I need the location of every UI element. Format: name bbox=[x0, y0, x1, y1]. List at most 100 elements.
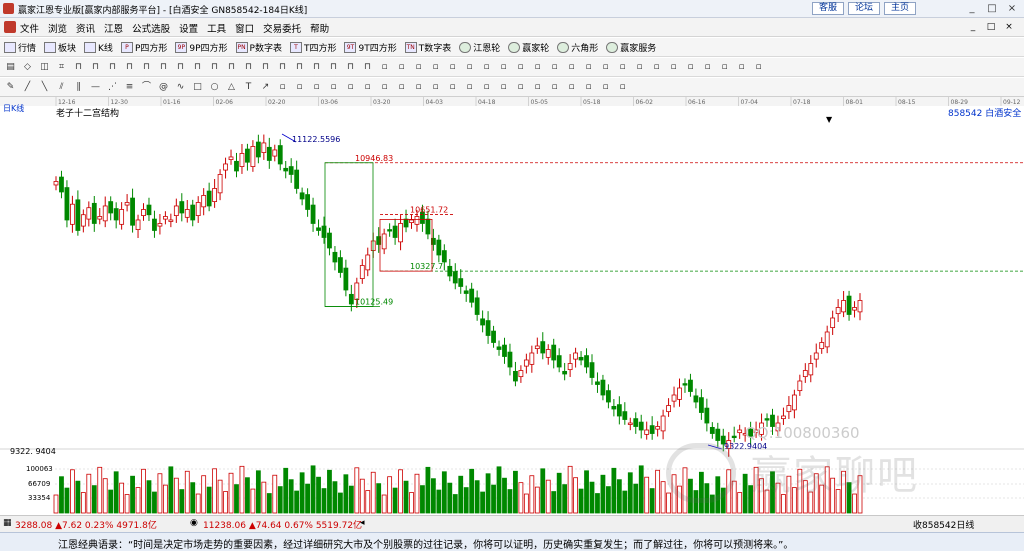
mark-tool-icon[interactable]: ▫ bbox=[293, 81, 306, 93]
mark-tool-icon[interactable]: ▫ bbox=[412, 81, 425, 93]
bar-icon[interactable]: ⊓ bbox=[310, 61, 323, 73]
step-icon[interactable]: ▫ bbox=[514, 61, 527, 73]
next-icon[interactable]: ▫ bbox=[446, 61, 459, 73]
menu-gann[interactable]: 江恩 bbox=[104, 21, 123, 35]
mdi-close-button[interactable]: × bbox=[1002, 20, 1016, 34]
spiral-tool-icon[interactable]: @ bbox=[157, 81, 170, 93]
arrow-tool-icon[interactable]: ↗ bbox=[259, 81, 272, 93]
fan-tool-icon[interactable]: ⋰ bbox=[106, 81, 119, 93]
fwd-icon[interactable]: ▫ bbox=[429, 61, 442, 73]
mark-tool-icon[interactable]: ▫ bbox=[276, 81, 289, 93]
menu-formula[interactable]: 公式选股 bbox=[132, 21, 170, 35]
mdi-restore-button[interactable]: □ bbox=[984, 20, 998, 34]
toolbar-p-table-button[interactable]: PN P数字表 bbox=[235, 40, 282, 55]
menu-info[interactable]: 资讯 bbox=[76, 21, 95, 35]
toolbar-sector-button[interactable]: 板块 bbox=[44, 40, 76, 55]
mdi-minimize-button[interactable]: _ bbox=[966, 20, 980, 34]
toolbar-service-button[interactable]: 赢家服务 bbox=[606, 40, 656, 55]
chart-type-icon[interactable]: ▤ bbox=[4, 61, 17, 73]
bar-icon[interactable]: ⊓ bbox=[344, 61, 357, 73]
mark-tool-icon[interactable]: ▫ bbox=[565, 81, 578, 93]
arrow-icon[interactable]: ▫ bbox=[752, 61, 765, 73]
bar-icon[interactable]: ⊓ bbox=[225, 61, 238, 73]
customer-service-button[interactable]: 客服 bbox=[812, 2, 844, 15]
color-tool-icon[interactable]: ▫ bbox=[599, 81, 612, 93]
pen-tool-icon[interactable]: ✎ bbox=[4, 81, 17, 93]
export-icon[interactable]: ▫ bbox=[718, 61, 731, 73]
triangle-tool-icon[interactable]: △ bbox=[225, 81, 238, 93]
fib-tool-icon[interactable]: ≡ bbox=[123, 81, 136, 93]
pan-icon[interactable]: ▫ bbox=[582, 61, 595, 73]
ellipse-tool-icon[interactable]: ○ bbox=[208, 81, 221, 93]
prev-icon[interactable]: ▫ bbox=[395, 61, 408, 73]
mark-tool-icon[interactable]: ▫ bbox=[310, 81, 323, 93]
toolbar-t-table-button[interactable]: TN T数字表 bbox=[404, 40, 451, 55]
bar-icon[interactable]: ⊓ bbox=[72, 61, 85, 73]
toolbar-9t-square-button[interactable]: 9T 9T四方形 bbox=[344, 40, 397, 55]
mark-tool-icon[interactable]: ▫ bbox=[480, 81, 493, 93]
first-icon[interactable]: ▫ bbox=[378, 61, 391, 73]
bar-icon[interactable]: ⊓ bbox=[276, 61, 289, 73]
bar-icon[interactable]: ⊓ bbox=[208, 61, 221, 73]
save-icon[interactable]: ▫ bbox=[684, 61, 697, 73]
toolbar-kline-button[interactable]: K线 bbox=[84, 40, 113, 55]
scroll-left-icon[interactable]: ◂ bbox=[360, 518, 365, 528]
close-button[interactable]: × bbox=[1002, 0, 1022, 18]
menu-browse[interactable]: 浏览 bbox=[48, 21, 67, 35]
mark-tool-icon[interactable]: ▫ bbox=[378, 81, 391, 93]
parallel-tool-icon[interactable]: ∥ bbox=[72, 81, 85, 93]
segment-tool-icon[interactable]: — bbox=[89, 81, 102, 93]
bar-icon[interactable]: ⊓ bbox=[157, 61, 170, 73]
step-icon[interactable]: ▫ bbox=[565, 61, 578, 73]
mark-tool-icon[interactable]: ▫ bbox=[446, 81, 459, 93]
open-icon[interactable]: ▫ bbox=[735, 61, 748, 73]
step-icon[interactable]: ▫ bbox=[531, 61, 544, 73]
arc-tool-icon[interactable]: ⌒ bbox=[140, 81, 153, 93]
mark-tool-icon[interactable]: ▫ bbox=[582, 81, 595, 93]
ray-tool-icon[interactable]: ╲ bbox=[38, 81, 51, 93]
back-icon[interactable]: ▫ bbox=[412, 61, 425, 73]
toolbar-winner-wheel-button[interactable]: 赢家轮 bbox=[508, 40, 549, 55]
cycle-tool-icon[interactable]: ∿ bbox=[174, 81, 187, 93]
mark-tool-icon[interactable]: ▫ bbox=[548, 81, 561, 93]
mark-tool-icon[interactable]: ▫ bbox=[361, 81, 374, 93]
bar-icon[interactable]: ⊓ bbox=[191, 61, 204, 73]
line-tool-icon[interactable]: ╱ bbox=[21, 81, 34, 93]
channel-tool-icon[interactable]: ⫽ bbox=[55, 81, 68, 93]
cross-icon[interactable]: ▫ bbox=[599, 61, 612, 73]
toolbar-gann-wheel-button[interactable]: 江恩轮 bbox=[459, 40, 500, 55]
cross-icon[interactable]: ▫ bbox=[616, 61, 629, 73]
mark-tool-icon[interactable]: ▫ bbox=[497, 81, 510, 93]
maximize-button[interactable]: □ bbox=[982, 0, 1002, 18]
step-icon[interactable]: ▫ bbox=[497, 61, 510, 73]
bar-icon[interactable]: ⊓ bbox=[361, 61, 374, 73]
text-tool-icon[interactable]: T bbox=[242, 81, 255, 93]
homepage-button[interactable]: 主页 bbox=[884, 2, 916, 15]
print-icon[interactable]: ▫ bbox=[633, 61, 646, 73]
step-icon[interactable]: ▫ bbox=[548, 61, 561, 73]
mark-tool-icon[interactable]: ▫ bbox=[327, 81, 340, 93]
grid-icon[interactable]: ⌗ bbox=[55, 61, 68, 73]
menu-trade[interactable]: 交易委托 bbox=[263, 21, 301, 35]
bar-icon[interactable]: ⊓ bbox=[89, 61, 102, 73]
menu-window[interactable]: 窗口 bbox=[235, 21, 254, 35]
toolbar-t-square-button[interactable]: T T四方形 bbox=[289, 40, 336, 55]
step-icon[interactable]: ▫ bbox=[480, 61, 493, 73]
menu-help[interactable]: 帮助 bbox=[310, 21, 329, 35]
bar-icon[interactable]: ⊓ bbox=[293, 61, 306, 73]
bar-icon[interactable]: ⊓ bbox=[140, 61, 153, 73]
mark-tool-icon[interactable]: ▫ bbox=[395, 81, 408, 93]
mark-tool-icon[interactable]: ▫ bbox=[463, 81, 476, 93]
mark-tool-icon[interactable]: ▫ bbox=[514, 81, 527, 93]
menu-settings[interactable]: 设置 bbox=[179, 21, 198, 35]
mark-tool-icon[interactable]: ▫ bbox=[531, 81, 544, 93]
last-icon[interactable]: ▫ bbox=[463, 61, 476, 73]
bar-icon[interactable]: ⊓ bbox=[327, 61, 340, 73]
toolbar-quotes-button[interactable]: 行情 bbox=[4, 40, 36, 55]
minimize-button[interactable]: _ bbox=[962, 0, 982, 18]
kline-chart[interactable]: 12-16 12-30 01-16 02-06 02-20 03-06 03-20 04-03… bbox=[0, 97, 1024, 515]
help-tool-icon[interactable]: ▫ bbox=[616, 81, 629, 93]
bar-icon[interactable]: ⊓ bbox=[106, 61, 119, 73]
menu-tools[interactable]: 工具 bbox=[207, 21, 226, 35]
bar-icon[interactable]: ⊓ bbox=[174, 61, 187, 73]
